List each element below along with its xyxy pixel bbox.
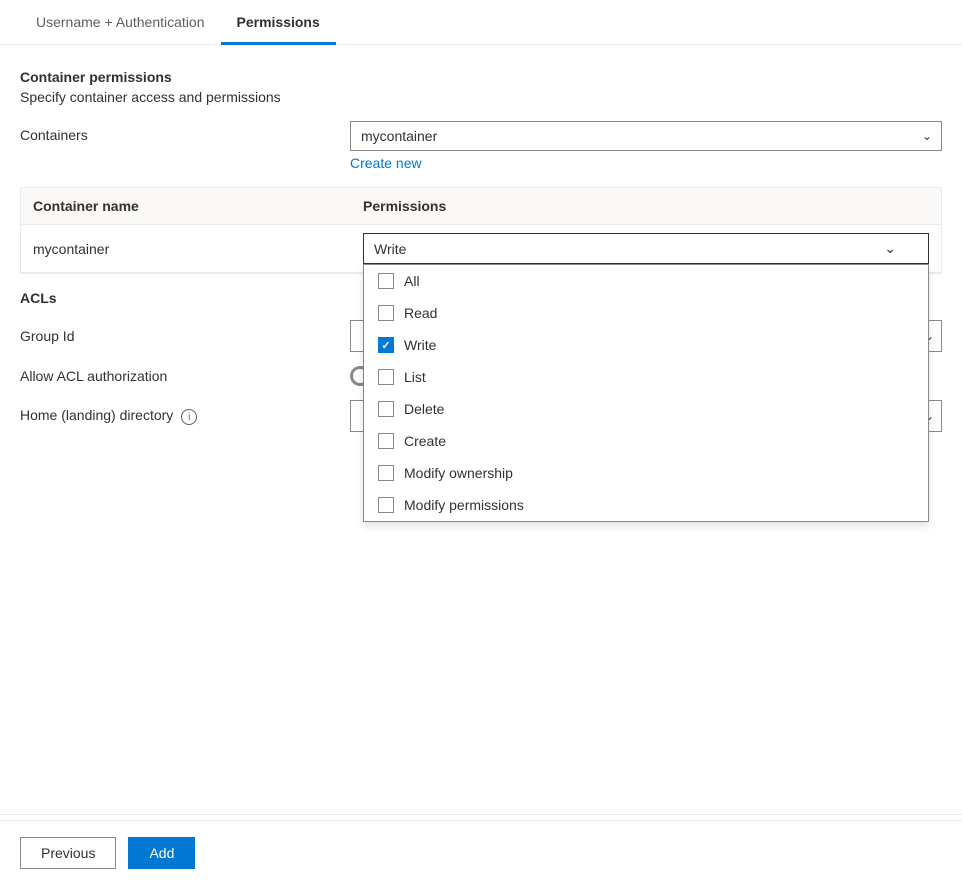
tab-username-auth[interactable]: Username + Authentication (20, 0, 221, 45)
perm-label-read: Read (404, 305, 437, 321)
perm-option-create[interactable]: Create (364, 425, 928, 457)
footer: Previous Add (0, 820, 962, 885)
perm-option-read[interactable]: Read (364, 297, 928, 329)
permissions-dropdown-wrapper: Write ⌄ All Read (363, 233, 929, 264)
permissions-table: Container name Permissions mycontainer W… (20, 187, 942, 274)
perm-checkbox-all[interactable] (378, 273, 394, 289)
perm-option-all[interactable]: All (364, 265, 928, 297)
perm-option-list[interactable]: List (364, 361, 928, 393)
add-button[interactable]: Add (128, 837, 195, 869)
perm-checkbox-modify-ownership[interactable] (378, 465, 394, 481)
perm-checkbox-write[interactable] (378, 337, 394, 353)
containers-field-row: Containers mycontainer ⌄ Create new (20, 121, 942, 171)
perm-option-delete[interactable]: Delete (364, 393, 928, 425)
perm-label-delete: Delete (404, 401, 444, 417)
table-header-permissions: Permissions (363, 198, 929, 214)
perm-label-create: Create (404, 433, 446, 449)
perm-label-list: List (404, 369, 426, 385)
group-id-label: Group Id (20, 328, 350, 344)
perm-checkbox-delete[interactable] (378, 401, 394, 417)
perm-label-write: Write (404, 337, 436, 353)
table-header: Container name Permissions (21, 188, 941, 225)
containers-control: mycontainer ⌄ Create new (350, 121, 942, 171)
permissions-cell: Write ⌄ All Read (363, 233, 929, 264)
main-content: Container permissions Specify container … (0, 69, 962, 432)
previous-button[interactable]: Previous (20, 837, 116, 869)
allow-acl-label: Allow ACL authorization (20, 368, 350, 384)
containers-label: Containers (20, 121, 350, 143)
home-directory-label: Home (landing) directory i (20, 407, 350, 426)
perm-option-modify-ownership[interactable]: Modify ownership (364, 457, 928, 489)
home-directory-label-text: Home (landing) directory (20, 407, 173, 423)
perm-option-modify-permissions[interactable]: Modify permissions (364, 489, 928, 521)
perm-label-modify-ownership: Modify ownership (404, 465, 513, 481)
containers-dropdown-wrapper: mycontainer ⌄ (350, 121, 942, 151)
home-directory-info-icon[interactable]: i (181, 409, 197, 425)
permissions-chevron-icon: ⌄ (884, 240, 896, 257)
create-new-link[interactable]: Create new (350, 155, 422, 171)
table-header-name: Container name (33, 198, 363, 214)
permissions-current-value: Write (374, 241, 406, 257)
perm-checkbox-create[interactable] (378, 433, 394, 449)
permissions-dropdown-button[interactable]: Write ⌄ (363, 233, 929, 264)
container-name-cell: mycontainer (33, 241, 363, 257)
perm-option-write[interactable]: Write (364, 329, 928, 361)
container-permissions-title: Container permissions (20, 69, 942, 85)
tab-bar: Username + Authentication Permissions (0, 0, 962, 45)
container-permissions-desc: Specify container access and permissions (20, 89, 942, 105)
footer-divider (0, 814, 962, 815)
perm-checkbox-modify-permissions[interactable] (378, 497, 394, 513)
perm-checkbox-read[interactable] (378, 305, 394, 321)
table-row: mycontainer Write ⌄ All (21, 225, 941, 273)
perm-label-all: All (404, 273, 420, 289)
containers-dropdown[interactable]: mycontainer (350, 121, 942, 151)
perm-checkbox-list[interactable] (378, 369, 394, 385)
permissions-dropdown-open: All Read Write List (363, 264, 929, 522)
perm-label-modify-permissions: Modify permissions (404, 497, 524, 513)
tab-permissions[interactable]: Permissions (221, 0, 336, 45)
